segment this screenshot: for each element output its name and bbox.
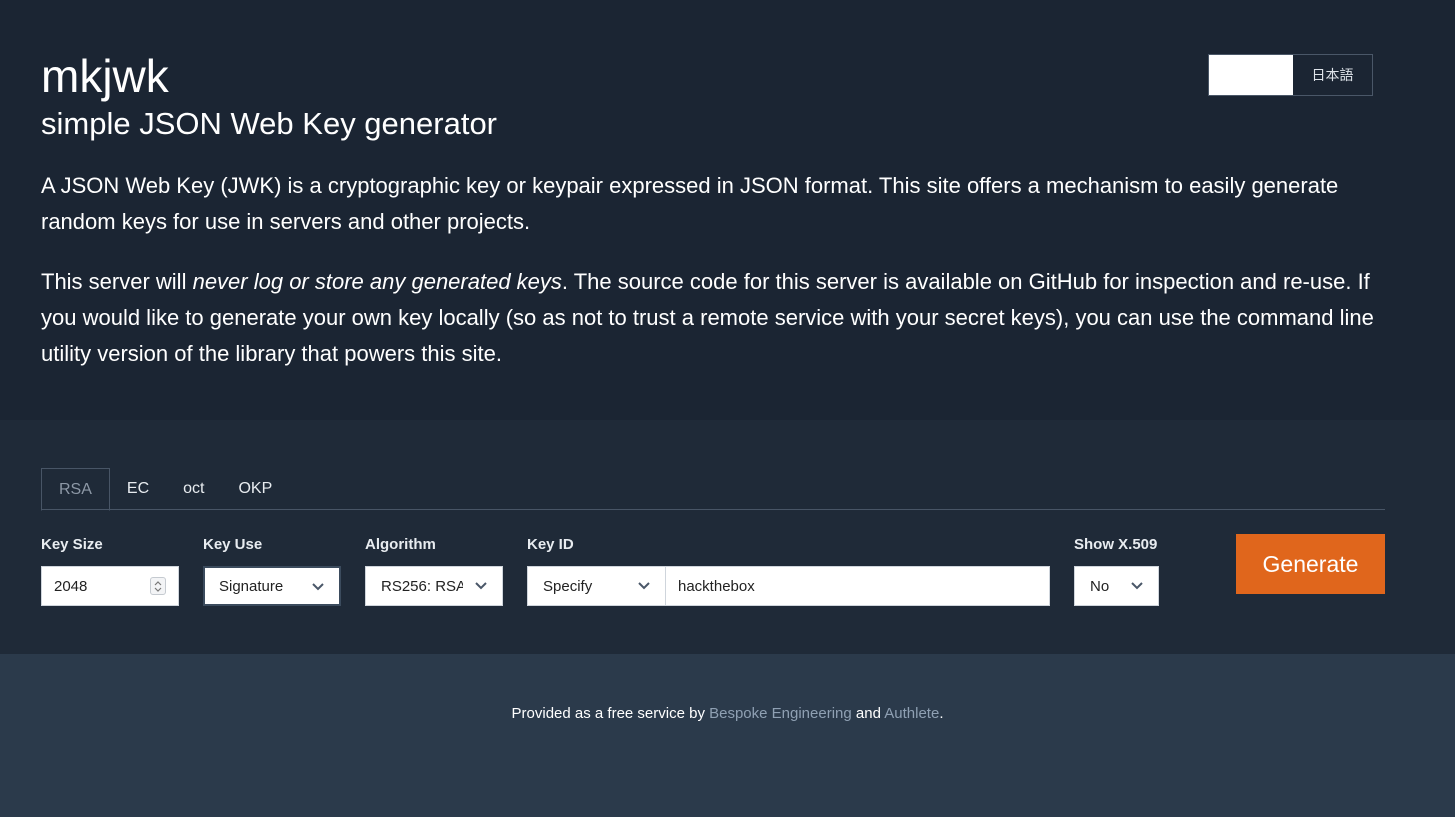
- intro-paragraph-1: A JSON Web Key (JWK) is a cryptographic …: [41, 173, 1339, 234]
- chevron-down-icon: [1131, 582, 1143, 590]
- generate-button[interactable]: Generate: [1236, 534, 1385, 594]
- language-english-button[interactable]: [1209, 55, 1293, 95]
- intro-paragraph-2: This server will never log or store any …: [41, 264, 1401, 372]
- key-id-value: hackthebox: [678, 577, 755, 595]
- show-x509-value: No: [1090, 577, 1110, 595]
- tab-rsa[interactable]: RSA: [41, 468, 110, 511]
- show-x509-select[interactable]: No: [1074, 566, 1159, 606]
- key-use-value: Signature: [219, 577, 284, 595]
- algorithm-value: RS256: RSA: [381, 577, 463, 595]
- key-generator-panel: RSA EC oct OKP Key Size 2048 Key Use Sig…: [0, 420, 1455, 654]
- chevron-down-icon: [638, 582, 650, 590]
- key-size-label: Key Size: [41, 536, 103, 553]
- language-switcher: 日本語: [1208, 54, 1373, 96]
- intro-p2-start: This server will: [41, 269, 193, 294]
- key-id-mode-select[interactable]: Specify: [527, 566, 666, 606]
- site-subtitle: simple JSON Web Key generator: [41, 106, 498, 141]
- intro-p2-emphasis: never log or store any generated keys: [192, 269, 562, 294]
- show-x509-label: Show X.509: [1074, 536, 1158, 553]
- authlete-link[interactable]: Authlete: [884, 705, 939, 722]
- key-id-mode-value: Specify: [543, 577, 593, 595]
- chevron-down-icon: [475, 582, 487, 590]
- tab-oct[interactable]: oct: [166, 468, 221, 510]
- intro-text: A JSON Web Key (JWK) is a cryptographic …: [41, 168, 1401, 372]
- key-size-stepper[interactable]: [150, 577, 166, 595]
- footer-prefix: Provided as a free service by: [511, 705, 710, 722]
- key-size-value: 2048: [54, 577, 88, 595]
- key-size-input[interactable]: 2048: [41, 566, 179, 606]
- bespoke-engineering-link[interactable]: Bespoke Engineering: [709, 705, 852, 722]
- key-type-tabs: RSA EC oct OKP: [41, 468, 1385, 511]
- footer-suffix: .: [939, 705, 944, 722]
- tab-okp[interactable]: OKP: [221, 468, 289, 510]
- chevron-down-icon: [154, 587, 162, 592]
- key-id-label: Key ID: [527, 536, 574, 553]
- footer-middle: and: [851, 705, 885, 722]
- key-use-label: Key Use: [203, 536, 263, 553]
- footer: Provided as a free service by Bespoke En…: [0, 654, 1455, 817]
- algorithm-select[interactable]: RS256: RSA: [365, 566, 503, 606]
- key-id-input[interactable]: hackthebox: [665, 566, 1050, 606]
- tab-ec[interactable]: EC: [110, 468, 166, 510]
- algorithm-label: Algorithm: [365, 536, 436, 553]
- footer-text: Provided as a free service by Bespoke En…: [512, 705, 944, 817]
- chevron-down-icon: [312, 583, 324, 591]
- hero-section: mkjwk simple JSON Web Key generator 日本語 …: [0, 0, 1455, 420]
- key-use-select[interactable]: Signature: [203, 566, 341, 606]
- language-japanese-button[interactable]: 日本語: [1293, 55, 1372, 95]
- chevron-up-icon: [154, 581, 162, 586]
